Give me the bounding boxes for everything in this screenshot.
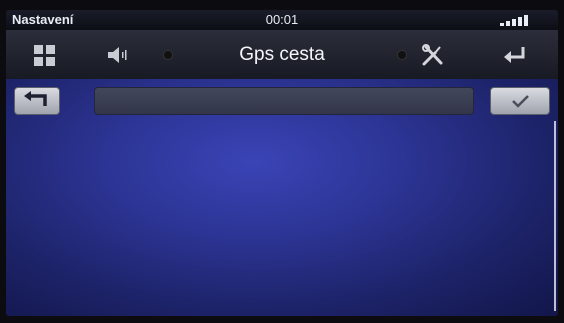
path-field (94, 87, 474, 115)
title-toolbar: Gps cesta (6, 31, 558, 79)
checkmark-icon (512, 95, 529, 108)
page-title: Gps cesta (239, 44, 325, 65)
status-bar: Nastavení 00:01 (6, 10, 558, 31)
tools-icon[interactable] (421, 43, 445, 67)
scrollbar[interactable] (554, 121, 556, 311)
status-clock: 00:01 (265, 12, 299, 27)
return-icon[interactable] (501, 43, 525, 67)
screen: Nastavení 00:01 Gps cesta (6, 10, 558, 316)
confirm-button[interactable] (490, 87, 550, 115)
settings-knob-icon (398, 51, 406, 59)
file-browser-area (6, 79, 558, 316)
back-button[interactable] (14, 87, 60, 115)
signal-strength-icon (500, 13, 534, 27)
up-arrow-icon (24, 91, 47, 106)
